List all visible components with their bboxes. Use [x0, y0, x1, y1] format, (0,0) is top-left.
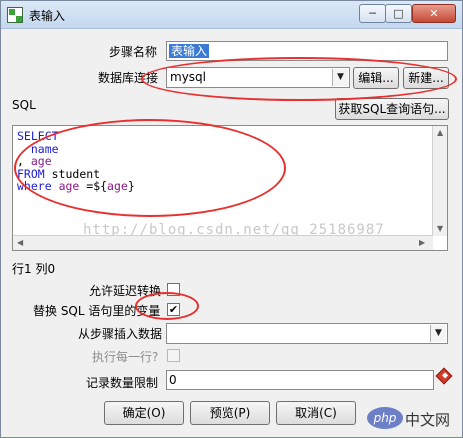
variable-diamond-icon: ◆	[435, 367, 453, 385]
brand-text: 中文网	[405, 411, 451, 429]
sql-line: where age =${age}	[17, 180, 135, 193]
sql-token: age	[58, 179, 80, 193]
insert-from-step-select[interactable]: ▼	[166, 323, 448, 344]
record-limit-label: 记录数量限制	[86, 376, 159, 390]
ok-button[interactable]: 确定(O)	[104, 401, 184, 425]
db-connection-value: mysql	[170, 70, 206, 84]
step-name-label: 步骤名称	[109, 45, 158, 59]
maximize-button[interactable]: □	[385, 4, 412, 23]
sql-token: age	[107, 179, 128, 193]
sql-code[interactable]: SELECT name, age FROM student where age =$…	[17, 130, 135, 193]
step-name-value: 表输入	[169, 44, 210, 58]
get-sql-button[interactable]: 获取SQL查询语句...	[335, 98, 449, 120]
sql-token: =${	[79, 179, 108, 193]
db-connection-select[interactable]: mysql ▼	[166, 67, 350, 88]
close-button[interactable]: ✕	[412, 4, 456, 23]
sql-editor[interactable]: SELECT name, age FROM student where age =$…	[12, 125, 448, 251]
new-connection-button[interactable]: 新建...	[403, 67, 449, 89]
title-bar[interactable]: 表输入 ─ □ ✕	[1, 1, 462, 29]
window-title: 表输入	[29, 9, 66, 23]
execute-each-row-label: 执行每一行?	[92, 350, 159, 364]
replace-vars-label: 替换 SQL 语句里的变量	[33, 304, 161, 318]
sql-token: where	[17, 179, 52, 193]
lazy-conversion-label: 允许延迟转换	[89, 284, 162, 298]
table-input-icon	[7, 7, 23, 23]
cursor-position: 行1 列0	[12, 262, 56, 276]
sql-token: }	[127, 179, 135, 193]
replace-vars-checkbox[interactable]: ✔	[167, 303, 180, 316]
php-cn-logo: php 中文网	[367, 405, 459, 433]
chevron-down-icon[interactable]: ▼	[430, 325, 446, 342]
scroll-left-icon[interactable]: ◀	[17, 238, 23, 247]
lazy-conversion-checkbox[interactable]	[167, 283, 180, 296]
preview-button[interactable]: 预览(P)	[190, 401, 270, 425]
vertical-scrollbar[interactable]: ▲ ▼	[432, 126, 447, 236]
execute-each-row-checkbox[interactable]	[167, 349, 180, 362]
scroll-right-icon[interactable]: ▶	[419, 238, 425, 247]
record-limit-input[interactable]: 0	[166, 370, 434, 390]
step-name-input[interactable]: 表输入	[166, 41, 448, 61]
edit-connection-button[interactable]: 编辑...	[353, 67, 399, 89]
cancel-button[interactable]: 取消(C)	[276, 401, 356, 425]
db-connection-label: 数据库连接	[98, 71, 159, 85]
table-input-dialog: 表输入 ─ □ ✕ 步骤名称 表输入 数据库连接 mysql ▼ 编辑... 新…	[0, 0, 463, 438]
record-limit-value: 0	[169, 373, 177, 387]
chevron-down-icon[interactable]: ▼	[332, 69, 348, 86]
scroll-up-icon[interactable]: ▲	[437, 128, 443, 137]
insert-from-step-label: 从步骤插入数据	[78, 327, 163, 341]
php-badge: php	[367, 407, 403, 429]
sql-label: SQL	[12, 98, 36, 112]
minimize-button[interactable]: ─	[359, 4, 386, 23]
scroll-down-icon[interactable]: ▼	[437, 224, 443, 233]
horizontal-scrollbar[interactable]: ◀ ▶	[13, 235, 433, 250]
